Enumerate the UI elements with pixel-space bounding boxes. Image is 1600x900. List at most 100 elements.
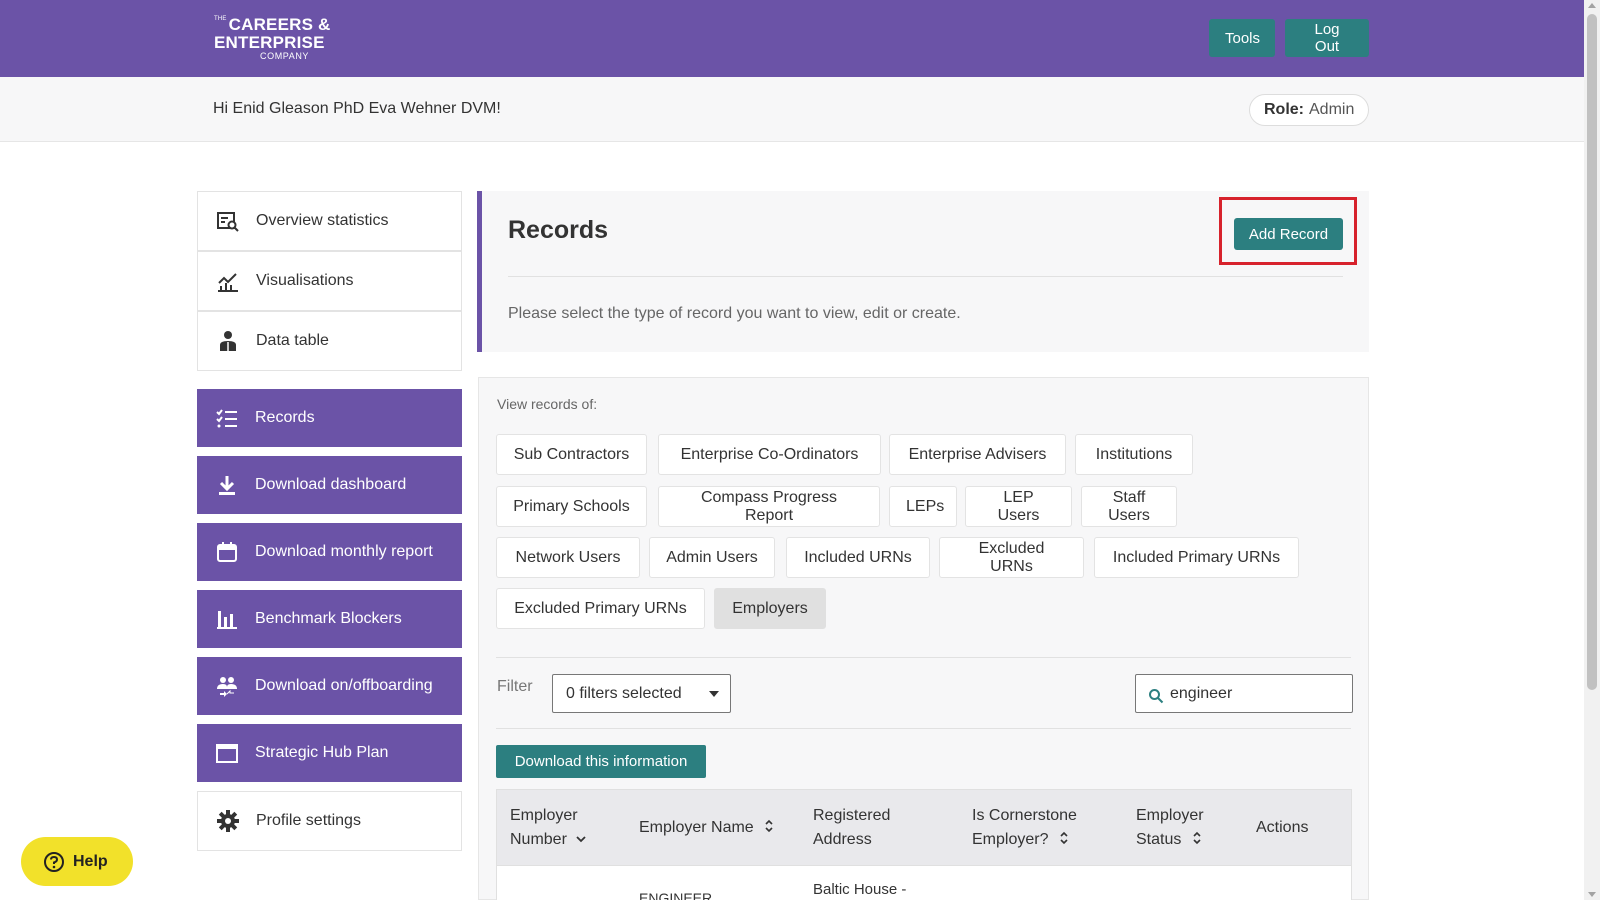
sidebar-item-strategic-hub-plan[interactable]: Strategic Hub Plan — [197, 724, 462, 782]
role-label: Role: — [1264, 101, 1304, 118]
record-type-admin-users[interactable]: Admin Users — [649, 537, 775, 578]
column-header-line: Address — [813, 831, 872, 848]
record-type-leps[interactable]: LEPs — [889, 486, 957, 527]
column-header-line: Status — [1136, 831, 1182, 848]
sidebar-item-label: Download monthly report — [255, 543, 433, 560]
record-type-network-users[interactable]: Network Users — [496, 537, 640, 578]
filter-label: Filter — [497, 678, 533, 695]
logout-button[interactable]: Log Out — [1285, 19, 1369, 57]
sidebar-item-records[interactable]: Records — [197, 389, 462, 447]
calendar-icon — [217, 542, 237, 562]
caret-down-icon — [709, 691, 719, 697]
sidebar-item-label: Data table — [256, 332, 329, 349]
greeting-text: Hi Enid Gleason PhD Eva Wehner DVM! — [213, 100, 501, 117]
view-records-label: View records of: — [497, 396, 598, 412]
sidebar-item-label: Download on/offboarding — [255, 677, 433, 694]
record-type-enterprise-coordinators[interactable]: Enterprise Co-Ordinators — [658, 434, 881, 475]
scroll-down-arrow-icon[interactable] — [1588, 892, 1596, 897]
sort-icon — [1193, 831, 1201, 845]
sidebar-item-label: Strategic Hub Plan — [255, 744, 389, 761]
column-header-employer-number[interactable]: Employer Number — [510, 804, 587, 852]
column-header-actions: Actions — [1256, 816, 1308, 840]
divider — [496, 657, 1351, 658]
help-label: Help — [73, 852, 108, 870]
record-type-lep-users[interactable]: LEP Users — [965, 486, 1072, 527]
sidebar-item-benchmark-blockers[interactable]: Benchmark Blockers — [197, 590, 462, 648]
filter-dropdown-value: 0 filters selected — [566, 684, 682, 702]
divider — [508, 276, 1343, 277]
record-type-primary-schools[interactable]: Primary Schools — [496, 486, 647, 527]
logo-line2: ENTERPRISE — [214, 33, 325, 52]
sort-icon — [1060, 831, 1068, 845]
sidebar-item-label: Records — [255, 409, 315, 426]
record-type-compass-progress-report[interactable]: Compass Progress Report — [658, 486, 880, 527]
column-header-line: Employer Name — [639, 819, 754, 836]
search-field[interactable] — [1135, 674, 1353, 713]
scroll-up-arrow-icon[interactable] — [1588, 3, 1596, 8]
careers-enterprise-logo[interactable]: THE CAREERS & ENTERPRISE COMPANY — [214, 16, 331, 61]
record-type-sub-contractors[interactable]: Sub Contractors — [496, 434, 647, 475]
cell-registered-address: Baltic House - — [813, 881, 907, 898]
download-information-button[interactable]: Download this information — [496, 745, 706, 778]
bar-chart-icon — [217, 611, 237, 629]
tools-button[interactable]: Tools — [1209, 19, 1275, 57]
sidebar-item-profile-settings[interactable]: Profile settings — [197, 791, 462, 851]
top-header: THE CAREERS & ENTERPRISE COMPANY Tools Lo… — [0, 0, 1584, 77]
add-record-button[interactable]: Add Record — [1234, 218, 1343, 250]
role-badge: Role: Admin — [1249, 94, 1370, 126]
sidebar-item-label: Download dashboard — [255, 476, 407, 493]
table-header: Employer Number Employer Name Registered… — [496, 789, 1352, 866]
column-header-line: Employer — [1136, 807, 1204, 824]
record-type-included-urns[interactable]: Included URNs — [786, 537, 930, 578]
data-table-icon — [220, 331, 236, 351]
records-list-icon — [216, 409, 237, 428]
greeting-bar: Hi Enid Gleason PhD Eva Wehner DVM! Role… — [0, 77, 1584, 142]
column-header-is-cornerstone[interactable]: Is Cornerstone Employer? — [972, 804, 1077, 852]
records-types-panel: View records of: Sub Contractors Enterpr… — [478, 377, 1369, 900]
gear-icon — [217, 810, 239, 832]
sidebar-item-overview-statistics[interactable]: Overview statistics — [197, 191, 462, 251]
sidebar-item-download-monthly-report[interactable]: Download monthly report — [197, 523, 462, 581]
help-button[interactable]: Help — [21, 837, 133, 886]
question-circle-icon — [44, 851, 64, 872]
record-type-employers[interactable]: Employers — [714, 588, 826, 629]
sidebar-item-label: Overview statistics — [256, 212, 389, 229]
logo-the: THE — [214, 16, 227, 22]
search-icon — [1149, 689, 1164, 704]
logo-line3: COMPANY — [260, 51, 310, 61]
column-header-registered-address: Registered Address — [813, 804, 890, 852]
visualisations-icon — [218, 273, 238, 292]
sidebar-item-download-onoffboarding[interactable]: Download on/offboarding — [197, 657, 462, 715]
download-icon — [219, 476, 235, 495]
sort-icon — [765, 819, 773, 833]
record-type-staff-users[interactable]: Staff Users — [1081, 486, 1177, 527]
sidebar-item-label: Visualisations — [256, 272, 354, 289]
record-type-institutions[interactable]: Institutions — [1075, 434, 1193, 475]
cell-employer-name: ENGINEER... — [639, 890, 724, 900]
filter-dropdown[interactable]: 0 filters selected — [552, 674, 731, 713]
role-value: Admin — [1309, 101, 1355, 118]
scrollbar-thumb[interactable] — [1587, 14, 1597, 690]
column-header-line: Is Cornerstone — [972, 807, 1077, 824]
record-type-enterprise-advisers[interactable]: Enterprise Advisers — [889, 434, 1066, 475]
page-title: Records — [508, 216, 609, 244]
sidebar-item-visualisations[interactable]: Visualisations — [197, 251, 462, 311]
folder-icon — [216, 744, 238, 763]
table-row[interactable]: ENGINEER... Baltic House - — [496, 866, 1352, 900]
sidebar-item-download-dashboard[interactable]: Download dashboard — [197, 456, 462, 514]
column-header-line: Employer — [510, 807, 578, 824]
chevron-down-icon — [576, 836, 586, 843]
records-instruction: Please select the type of record you wan… — [508, 305, 961, 322]
sidebar-item-label: Benchmark Blockers — [255, 610, 402, 627]
page-scrollbar[interactable] — [1584, 0, 1600, 900]
search-input[interactable] — [1170, 675, 1345, 712]
column-header-employer-status[interactable]: Employer Status — [1136, 804, 1204, 852]
column-header-line: Number — [510, 831, 567, 848]
record-type-excluded-primary-urns[interactable]: Excluded Primary URNs — [496, 588, 705, 629]
record-type-included-primary-urns[interactable]: Included Primary URNs — [1094, 537, 1299, 578]
column-header-line: Registered — [813, 807, 891, 824]
record-type-excluded-urns[interactable]: Excluded URNs — [939, 537, 1084, 578]
logo-line1: CAREERS & — [228, 15, 331, 34]
sidebar-item-data-table[interactable]: Data table — [197, 311, 462, 371]
column-header-employer-name[interactable]: Employer Name — [639, 816, 774, 840]
